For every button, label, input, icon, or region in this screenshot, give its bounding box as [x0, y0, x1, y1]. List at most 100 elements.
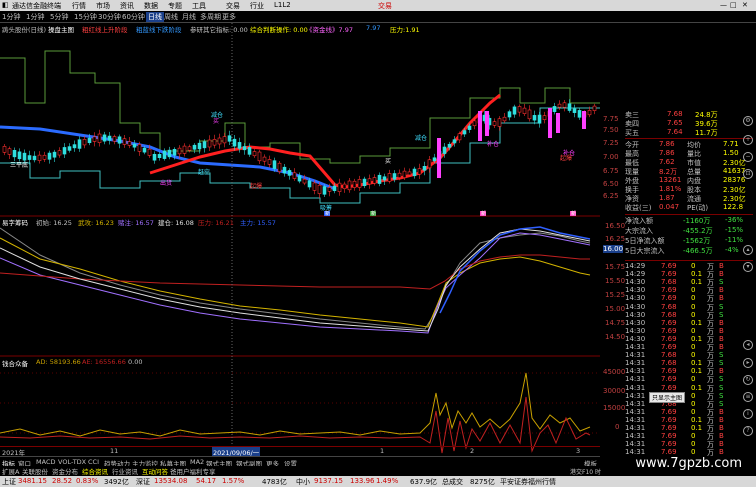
tab-more[interactable]: 更多: [222, 12, 236, 22]
tab-qa[interactable]: 互动问答: [142, 466, 168, 476]
arrow-left-icon[interactable]: ◂: [743, 340, 753, 350]
tab-industry-news[interactable]: 行业资讯: [112, 466, 138, 476]
candle-body: [282, 166, 287, 174]
trade-tick-row: 14:30 7.69 0 万 B: [625, 294, 724, 303]
arrow-right-icon[interactable]: ▸: [743, 358, 753, 368]
menu-exchange[interactable]: 市场: [96, 1, 110, 11]
stat-value: 0.047: [659, 203, 680, 211]
trade-tick-row: 14:31 7.69 0 万 B: [625, 408, 724, 417]
menu-topic[interactable]: 专题: [168, 1, 182, 11]
candle-body: [392, 173, 397, 180]
tab-macd[interactable]: MACD: [36, 458, 55, 466]
tab-user-benefit[interactable]: 爸用户福利专享: [170, 466, 216, 476]
panel2-title[interactable]: 易字筹码: [2, 217, 28, 227]
tab-period-1[interactable]: 1分钟: [2, 12, 20, 22]
axis-tick: 16.25: [605, 235, 626, 243]
minimize-icon[interactable]: —: [720, 1, 727, 9]
arrow-up-icon[interactable]: ▴: [743, 245, 753, 255]
zoom-out-icon[interactable]: −: [743, 152, 753, 162]
tab-period-6[interactable]: 60分钟: [122, 12, 145, 22]
zoom-in-icon[interactable]: +: [743, 135, 753, 145]
sz-label[interactable]: 深证: [136, 477, 150, 487]
menu-news[interactable]: 资讯: [120, 1, 134, 11]
close-icon[interactable]: ✕: [742, 1, 748, 9]
candle-body: [37, 154, 42, 161]
candle-body: [332, 185, 337, 192]
panel3-title[interactable]: 钱合众备: [2, 358, 28, 368]
tick-time: 14:31: [625, 415, 646, 424]
candle-body: [7, 148, 12, 155]
tab-ma2[interactable]: MA2: [190, 458, 204, 466]
list-icon[interactable]: ≡: [743, 392, 753, 402]
flow-percent: -36%: [725, 216, 744, 224]
menu-tools[interactable]: 工具: [192, 1, 206, 11]
maximize-icon[interactable]: □: [730, 1, 737, 9]
zx-change: 133.96: [350, 477, 375, 485]
chip-line-gray: [0, 227, 591, 330]
news-ticker[interactable]: 平安证券福州行情: [500, 477, 556, 487]
zx-amount: 637.9亿: [410, 478, 438, 486]
tab-period-5[interactable]: 30分钟: [98, 12, 121, 22]
tick-volume: 0: [691, 399, 696, 408]
tick-price: 7.68: [661, 302, 677, 311]
tick-price: 7.69: [661, 294, 677, 303]
refresh-icon[interactable]: ↻: [743, 375, 753, 385]
ask-label: 卖四: [625, 120, 639, 128]
stat-value2: 41637: [723, 167, 746, 175]
lock-icon[interactable]: ⊡: [743, 169, 753, 179]
arrow-down-icon[interactable]: ▾: [743, 262, 753, 272]
tick-volume: 0.1: [691, 270, 703, 279]
f10-tag[interactable]: 港交F10 时: [570, 467, 601, 476]
zx-label[interactable]: 中小: [296, 477, 310, 487]
label-jiancang-2: 减仓: [415, 134, 427, 142]
candle-body: [527, 109, 532, 120]
trade-tick-row: 14:30 7.68 0.1 万 S: [625, 278, 723, 287]
tick-volume: 0: [691, 343, 696, 351]
menu-trade[interactable]: 交易: [226, 1, 240, 11]
tab-news[interactable]: 综合资讯: [82, 466, 108, 476]
help-icon[interactable]: ?: [743, 426, 753, 436]
tab-vol[interactable]: VOL-TDX: [58, 458, 86, 466]
sh-label[interactable]: 上证: [2, 477, 16, 487]
flow-percent: -15%: [725, 226, 744, 234]
axis-tick: 16.50: [605, 222, 626, 230]
main-chart-only-popup[interactable]: 只显示主图: [649, 392, 686, 403]
signal-bar: [478, 111, 482, 141]
tab-period-2[interactable]: 1分钟: [26, 12, 44, 22]
tick-price: 7.69: [661, 432, 677, 441]
tab-period-4[interactable]: 15分钟: [74, 12, 97, 22]
tab-cci[interactable]: CCI: [88, 458, 99, 466]
sh-percent: 0.83%: [76, 477, 99, 485]
gear-icon[interactable]: ⚙: [743, 116, 753, 126]
tab-fund-dist[interactable]: 资金分布: [52, 466, 78, 476]
tab-period-month[interactable]: 月线: [182, 12, 196, 22]
menu-l1l2[interactable]: L1L2: [274, 1, 291, 9]
tick-direction: B: [719, 407, 724, 416]
stat-value2: 7.71: [723, 140, 739, 148]
tick-direction: B: [719, 286, 724, 295]
menu-data[interactable]: 数据: [144, 1, 158, 11]
sz-change: 54.17: [196, 477, 217, 485]
tick-price: 7.69: [661, 262, 677, 270]
tab-related[interactable]: 关联股份: [22, 466, 48, 476]
tick-direction: S: [719, 351, 724, 360]
trade-button[interactable]: 交易: [378, 1, 392, 11]
trade-tick-row: 14:31 7.69 0 万 B: [625, 343, 724, 352]
signal-bar: [437, 138, 441, 178]
tab-period-week[interactable]: 周线: [164, 12, 178, 22]
tick-volume: 0: [691, 440, 696, 449]
tab-multi-period[interactable]: 多周期: [200, 12, 221, 22]
tab-period-3[interactable]: 5分钟: [50, 12, 68, 22]
info-icon[interactable]: i: [743, 409, 753, 419]
candle-body: [182, 145, 187, 154]
chart-area[interactable]: 三平底 减仓 买 买 减仓 补仓 补仓 起爆 起爆 吸筹 赶空 出货 新 新 新…: [0, 23, 600, 456]
tick-time: 14:30: [625, 294, 646, 303]
trade-tick-row: 14:317.680万S: [625, 400, 723, 409]
axis-tick: 15.50: [605, 277, 626, 285]
tab-ext-a[interactable]: 扩展A: [2, 466, 19, 476]
menu-market[interactable]: 行情: [72, 1, 86, 11]
candle-body: [342, 183, 347, 190]
tab-period-day[interactable]: 日线: [146, 12, 164, 22]
menu-industry[interactable]: 行业: [250, 1, 264, 11]
stat-value: 13261: [659, 176, 682, 184]
